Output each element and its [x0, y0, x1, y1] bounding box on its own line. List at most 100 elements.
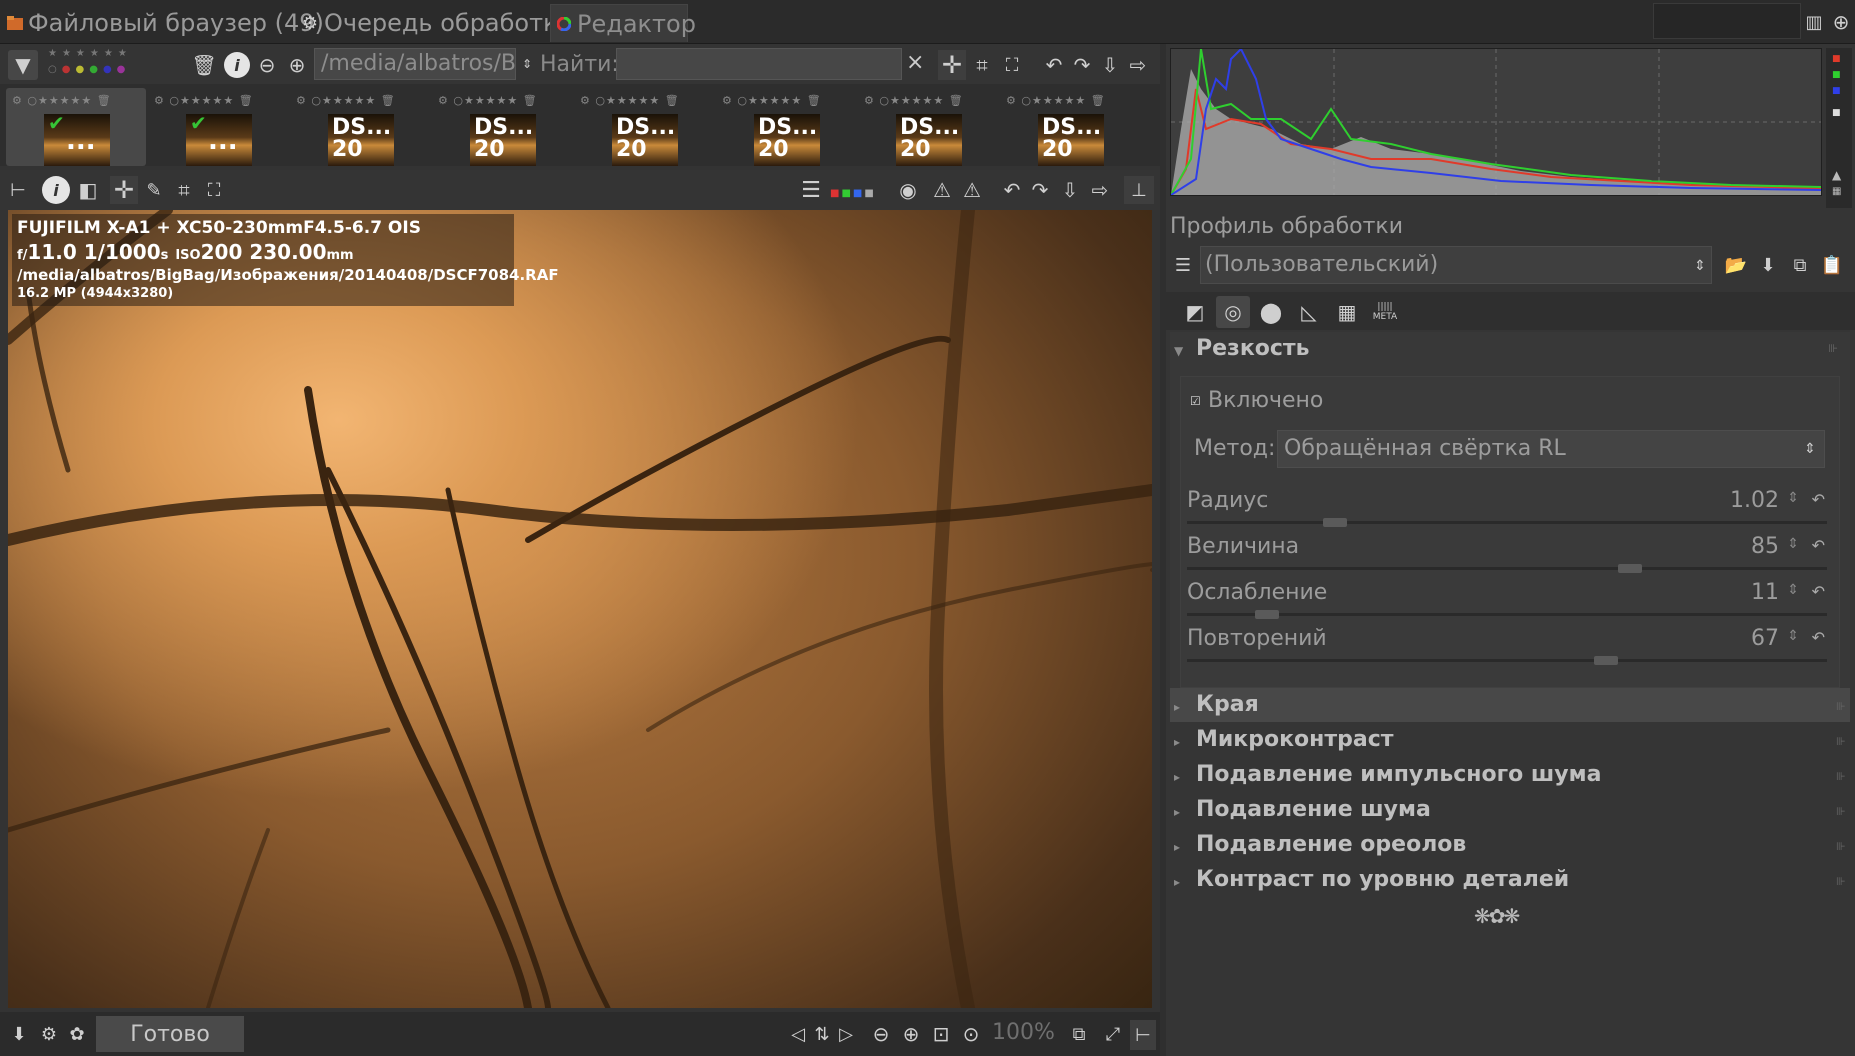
crosshair-icon[interactable]: ✛ [938, 50, 966, 80]
filter-icon[interactable]: ▼ [8, 50, 38, 80]
slider-track[interactable] [1187, 613, 1827, 616]
previous-image-icon[interactable]: ◁ [786, 1020, 810, 1048]
blue-channel-toggle[interactable]: ■ [1832, 86, 1841, 96]
shadow-clipping-icon[interactable]: ⚠ [928, 176, 956, 204]
open-profile-icon[interactable]: 📂 [1722, 250, 1750, 280]
crop-icon[interactable]: ⌗ [968, 50, 996, 80]
pin-icon[interactable]: ⊪ [1836, 875, 1846, 888]
transform-icon[interactable]: ⛶ [200, 176, 228, 204]
radius-slider[interactable]: Радиус 1.02 ⇕ ↶ [1187, 484, 1827, 528]
impulse-noise-header[interactable]: ▸ Подавление импульсного шума [1174, 762, 1601, 787]
meta-icon[interactable]: ||||| META [1368, 296, 1402, 328]
pin-icon[interactable]: ⊪ [1836, 805, 1846, 818]
tab-queue[interactable]: ⚙ Очередь обработки [294, 4, 579, 42]
red-channel-toggle[interactable]: ■ [1832, 54, 1841, 64]
iterations-slider[interactable]: Повторений 67 ⇕ ↶ [1187, 622, 1827, 666]
raw-icon[interactable]: ▦ [1330, 296, 1364, 328]
white-balance-picker-icon[interactable]: ✎ [140, 176, 168, 204]
detail-icon[interactable]: ◎ [1216, 296, 1250, 328]
exposure-icon[interactable]: ◩ [1178, 296, 1212, 328]
path-input[interactable]: /media/albatros/Bi [314, 48, 516, 80]
before-after-icon[interactable]: ◧ [74, 176, 102, 204]
hide-top-panel-icon[interactable]: ⊥ [1124, 176, 1154, 204]
damping-slider[interactable]: Ослабление 11 ⇕ ↶ [1187, 576, 1827, 620]
profile-select[interactable]: (Пользовательский) [1200, 246, 1712, 284]
zoom-in-icon[interactable]: ⊕ [898, 1020, 924, 1048]
filmstrip-item[interactable]: ⚙ ○★★★★★ 🗑 DS... 20 [574, 88, 714, 166]
filmstrip-item[interactable]: ⚙ ○★★★★★ 🗑 DS... 20 [1000, 88, 1140, 166]
external-editor-icon[interactable]: ✿ [64, 1020, 90, 1048]
slider-track[interactable] [1187, 521, 1827, 524]
pin-icon[interactable]: ⊪ [1828, 342, 1838, 355]
defringe-header[interactable]: ▸ Подавление ореолов [1174, 832, 1466, 857]
flip-horizontal-icon[interactable]: ⇨ [1124, 50, 1152, 80]
contrast-by-detail-header[interactable]: ▸ Контраст по уровню деталей [1174, 867, 1569, 892]
info-icon[interactable]: i [224, 52, 250, 78]
copy-profile-icon[interactable]: ⧉ [1786, 250, 1814, 280]
hand-tool-icon[interactable]: ✛ [110, 176, 138, 204]
filmstrip-item[interactable]: ⚙ ○★★★★★ 🗑 ✔ ... [148, 88, 288, 166]
pin-icon[interactable]: ⊪ [1836, 700, 1846, 713]
rotate-right-icon[interactable]: ↷ [1068, 50, 1096, 80]
histogram[interactable] [1170, 47, 1822, 196]
rotate-left-icon[interactable]: ↶ [998, 176, 1026, 204]
new-detail-window-icon[interactable]: ⧉ [1066, 1020, 1092, 1048]
param-value[interactable]: 85 [1751, 534, 1779, 559]
microcontrast-header[interactable]: ▸ Микроконтраст [1174, 727, 1393, 752]
rank-filter-stars[interactable]: ★★★★★★ [48, 48, 132, 59]
slider-track[interactable] [1187, 567, 1827, 570]
clear-find-button[interactable]: × [906, 50, 924, 75]
reset-icon[interactable]: ↶ [1812, 582, 1825, 601]
queue-icon[interactable]: ⚙ [36, 1020, 62, 1048]
histogram-bar-toggle[interactable]: ▲ [1832, 168, 1841, 182]
rotate-right-icon[interactable]: ↷ [1026, 176, 1054, 204]
next-image-icon[interactable]: ▷ [834, 1020, 858, 1048]
pin-icon[interactable]: ⊪ [1836, 770, 1846, 783]
sharpening-header[interactable]: ▼ Резкость [1174, 336, 1310, 361]
find-input[interactable] [616, 48, 902, 80]
tab-editor[interactable]: Редактор [550, 4, 696, 42]
spinner-icon[interactable]: ⇕ [1787, 582, 1799, 598]
filmstrip-item[interactable]: ⚙ ○★★★★★ 🗑 DS... 20 [290, 88, 430, 166]
histogram-mode-toggle[interactable]: ▦ [1832, 186, 1841, 197]
slider-track[interactable] [1187, 659, 1827, 662]
zoom-100-icon[interactable]: ⊙ [958, 1020, 984, 1048]
method-select[interactable]: Обращённая свёртка RL [1277, 430, 1825, 468]
filmstrip-item[interactable]: ⚙ ○★★★★★ 🗑 DS... 20 [858, 88, 998, 166]
filmstrip-item[interactable]: ⚙ ○★★★★★ 🗑 DS... 20 [432, 88, 572, 166]
profile-list-icon[interactable]: ☰ [1170, 250, 1196, 280]
flip-vertical-icon[interactable]: ⇩ [1056, 176, 1084, 204]
focus-mask-icon[interactable]: ◉ [894, 176, 922, 204]
hide-right-panel-icon[interactable]: ⊢ [1130, 1020, 1156, 1050]
histogram-menu-icon[interactable]: ☰ [796, 174, 826, 206]
spinner-icon[interactable]: ⇕ [1787, 628, 1799, 644]
reset-icon[interactable]: ↶ [1812, 490, 1825, 509]
paste-profile-icon[interactable]: 📋 [1818, 250, 1846, 280]
reset-icon[interactable]: ↶ [1812, 536, 1825, 555]
fullscreen-icon[interactable]: ⊕ [1828, 8, 1854, 36]
amount-slider[interactable]: Величина 85 ⇕ ↶ [1187, 530, 1827, 574]
zoom-fit-icon[interactable]: ⊡ [928, 1020, 954, 1048]
fullscreen-toggle-icon[interactable]: ⤢ [1100, 1020, 1126, 1048]
param-value[interactable]: 11 [1751, 580, 1779, 605]
highlight-clipping-icon[interactable]: ⚠ [958, 176, 986, 204]
path-dropdown-icon[interactable]: ⇕ [520, 54, 534, 74]
zoom-in-icon[interactable]: ⊕ [284, 52, 310, 78]
save-profile-icon[interactable]: ⬇ [1754, 250, 1782, 280]
trash-icon[interactable]: 🗑 [191, 52, 216, 78]
crop-icon[interactable]: ⌗ [170, 176, 198, 204]
slider-knob[interactable] [1323, 518, 1347, 527]
hide-left-panel-icon[interactable]: ⊢ [6, 176, 30, 204]
panels-icon[interactable]: ▥ [1800, 8, 1828, 36]
slider-knob[interactable] [1594, 656, 1618, 665]
reset-icon[interactable]: ↶ [1812, 628, 1825, 647]
zoom-out-icon[interactable]: ⊖ [868, 1020, 894, 1048]
channel-selector[interactable]: ■■■■ [830, 188, 876, 199]
info-icon[interactable]: i [42, 176, 70, 204]
pin-icon[interactable]: ⊪ [1836, 735, 1846, 748]
slider-knob[interactable] [1618, 564, 1642, 573]
enabled-checkbox[interactable]: ☑ [1190, 394, 1204, 408]
color-icon[interactable]: ⬤ [1254, 296, 1288, 328]
zoom-out-icon[interactable]: ⊖ [254, 52, 280, 78]
green-channel-toggle[interactable]: ■ [1832, 70, 1841, 80]
